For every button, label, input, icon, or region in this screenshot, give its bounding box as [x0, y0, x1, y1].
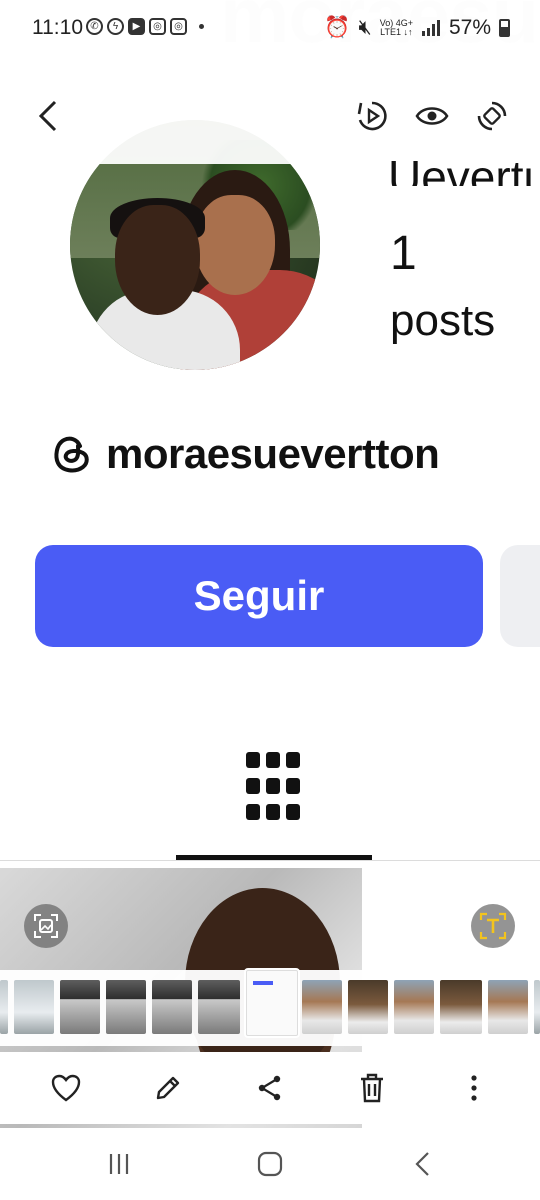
share-icon — [258, 1075, 281, 1101]
smart-select-button[interactable] — [24, 904, 68, 948]
messenger-icon: ϟ — [107, 18, 124, 35]
filmstrip-thumbnail[interactable] — [198, 980, 240, 1034]
more-options-button[interactable] — [452, 1066, 496, 1110]
action-toolbar — [0, 1052, 540, 1124]
recent-apps-icon — [109, 1154, 129, 1174]
status-time: 11:10 — [32, 16, 83, 39]
filmstrip-thumbnail[interactable] — [60, 980, 100, 1034]
back-button[interactable] — [26, 94, 70, 138]
more-vertical-icon — [471, 1075, 477, 1101]
filmstrip-thumbnail[interactable] — [394, 980, 434, 1034]
playback-icon — [357, 101, 387, 131]
filmstrip-thumbnail[interactable] — [0, 980, 8, 1034]
edit-button[interactable] — [146, 1066, 190, 1110]
signal-icon — [421, 20, 440, 36]
system-back-button[interactable] — [400, 1146, 444, 1182]
filmstrip-thumbnail[interactable] — [14, 980, 54, 1034]
more-notifications-dot — [199, 24, 204, 29]
grid-view-icon[interactable] — [246, 752, 302, 822]
edit-pencil-icon — [156, 1076, 180, 1100]
view-button[interactable] — [410, 94, 454, 138]
filmstrip-thumbnail-current[interactable] — [246, 970, 298, 1036]
heart-icon — [51, 1074, 81, 1102]
network-indicator: Vo) 4G+ LTE1 ↓↑ — [379, 18, 413, 37]
profile-name-partial: Uevertu — [388, 151, 540, 186]
system-navigation-bar — [0, 1128, 540, 1200]
threads-handle: moraesuevertton — [106, 430, 440, 477]
youtube-icon: ▶ — [128, 18, 145, 35]
trash-icon — [361, 1073, 383, 1103]
gallery-filmstrip[interactable] — [0, 970, 540, 1046]
filmstrip-thumbnail[interactable] — [302, 980, 342, 1034]
filmstrip-thumbnail[interactable] — [106, 980, 146, 1034]
threads-link[interactable]: moraesuevertton — [50, 430, 440, 478]
image-select-icon — [34, 914, 58, 938]
alarm-icon: ⏰ — [324, 16, 351, 39]
filmstrip-thumbnail[interactable] — [348, 980, 388, 1034]
posts-count: 1 — [390, 227, 417, 280]
whatsapp-icon: ✆ — [86, 18, 103, 35]
recent-apps-button[interactable] — [97, 1146, 141, 1182]
filmstrip-thumbnail[interactable] — [488, 980, 528, 1034]
status-bar: 11:10 ✆ ϟ ▶ ◎ ◎ ⏰ 🔇︎ Vo) 4G+ LTE1 ↓↑ 57% — [0, 0, 540, 60]
delete-button[interactable] — [350, 1066, 394, 1110]
tab-divider — [0, 860, 540, 861]
home-icon — [257, 1151, 283, 1177]
instagram-icon: ◎ — [170, 18, 187, 35]
eye-icon — [415, 107, 449, 125]
system-status: ⏰ 🔇︎ Vo) 4G+ LTE1 ↓↑ 57% — [324, 16, 510, 40]
secondary-button[interactable] — [500, 545, 540, 647]
instagram-icon: ◎ — [149, 18, 166, 35]
favorite-button[interactable] — [44, 1066, 88, 1110]
battery-icon — [499, 19, 510, 37]
follow-button[interactable]: Seguir — [35, 545, 483, 647]
extract-text-icon — [479, 912, 507, 940]
threads-icon — [54, 436, 89, 473]
notification-icons: ✆ ϟ ▶ ◎ ◎ — [86, 18, 204, 35]
filmstrip-thumbnail[interactable] — [534, 980, 540, 1034]
extract-text-button[interactable] — [471, 904, 515, 948]
share-button[interactable] — [248, 1066, 292, 1110]
battery-percent: 57% — [448, 16, 491, 39]
rotate-button[interactable] — [470, 94, 514, 138]
rotate-icon — [477, 101, 507, 131]
back-icon — [38, 100, 57, 132]
filmstrip-thumbnail[interactable] — [440, 980, 482, 1034]
posts-label: posts — [390, 296, 496, 345]
back-icon — [415, 1152, 429, 1176]
filmstrip-thumbnail[interactable] — [152, 980, 192, 1034]
mute-icon: 🔇︎ — [358, 16, 372, 39]
playback-button[interactable] — [350, 94, 394, 138]
home-button[interactable] — [248, 1146, 292, 1182]
